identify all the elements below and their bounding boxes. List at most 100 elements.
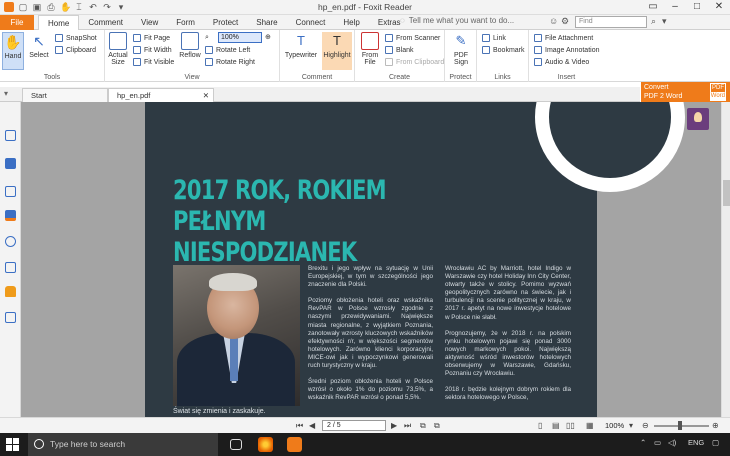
hand-button[interactable]: ✋ Hand bbox=[2, 32, 24, 70]
status-bar: ⏮ ◀ 2 / 5 ▶ ⏭ ⧉ ⧉ ▯ ▤ ▯▯ ▦ 100% ▾ ⊖ ⊕ bbox=[0, 417, 730, 433]
select-button[interactable]: ↖ Select bbox=[28, 32, 50, 59]
bookmark-button[interactable]: Bookmark bbox=[482, 46, 525, 54]
from-file-button[interactable]: From File bbox=[358, 32, 382, 66]
typewriter-button[interactable]: T Typewriter bbox=[284, 32, 318, 59]
tab-connect[interactable]: Connect bbox=[287, 15, 335, 30]
pdf-file-icon bbox=[361, 32, 379, 50]
blank-button[interactable]: Blank bbox=[385, 46, 414, 54]
next-view-icon[interactable]: ⧉ bbox=[434, 421, 440, 431]
prev-view-icon[interactable]: ⧉ bbox=[420, 421, 426, 431]
minimize-button[interactable]: – bbox=[664, 0, 686, 15]
tab-list-icon[interactable]: ▾ bbox=[4, 89, 8, 98]
taskbar-search-box[interactable]: Type here to search bbox=[28, 433, 218, 456]
pdf-sign-button[interactable]: ✎ PDF Sign bbox=[449, 32, 473, 66]
hand-icon: ✋ bbox=[4, 34, 22, 50]
highlight-icon: T bbox=[333, 33, 341, 48]
tab-share[interactable]: Share bbox=[247, 15, 286, 30]
fit-width-button[interactable]: Fit Width bbox=[133, 46, 172, 54]
rotate-right-button[interactable]: Rotate Right bbox=[205, 58, 255, 66]
highlight-button[interactable]: T Highlight bbox=[322, 32, 352, 70]
audio-video-button[interactable]: Audio & Video bbox=[534, 58, 589, 66]
bookmarks-panel-icon[interactable] bbox=[5, 130, 16, 141]
zoom-dropdown-icon[interactable]: ▾ bbox=[629, 421, 633, 430]
pages-panel-icon[interactable] bbox=[5, 158, 16, 169]
maximize-button[interactable]: □ bbox=[686, 0, 708, 15]
firefox-icon[interactable] bbox=[258, 437, 273, 452]
zoom-slider-knob[interactable] bbox=[678, 421, 682, 430]
file-attachment-button[interactable]: File Attachment bbox=[534, 34, 593, 42]
task-view-icon[interactable] bbox=[230, 439, 242, 450]
restore-ribbon-icon[interactable]: ▭ bbox=[642, 0, 664, 15]
zoom-level[interactable]: 100% bbox=[605, 421, 624, 430]
single-page-icon[interactable]: ▯ bbox=[538, 421, 542, 430]
facing-icon[interactable]: ▯▯ bbox=[566, 421, 575, 430]
foxit-reader-taskbar-icon[interactable] bbox=[287, 437, 302, 452]
comments-panel-icon[interactable] bbox=[5, 210, 16, 221]
tell-me-box[interactable]: ◌ Tell me what you want to do... bbox=[400, 16, 514, 25]
image-annotation-button[interactable]: Image Annotation bbox=[534, 46, 600, 54]
word-badge: Word bbox=[709, 92, 726, 101]
search-icon[interactable]: ⌕ bbox=[651, 16, 656, 27]
paperclip-icon bbox=[534, 34, 542, 42]
typewriter-icon: T bbox=[297, 33, 305, 48]
zoom-in-icon[interactable]: ⊕ bbox=[712, 421, 719, 430]
tab-file[interactable]: File bbox=[0, 15, 34, 30]
signature-panel-icon[interactable] bbox=[5, 262, 16, 273]
zoom-out-icon[interactable]: ⊖ bbox=[642, 421, 649, 430]
protect-group-label: Protect bbox=[449, 74, 472, 81]
close-tab-icon[interactable]: ✕ bbox=[203, 89, 209, 102]
clipboard-button[interactable]: Clipboard bbox=[55, 46, 96, 54]
find-input[interactable]: Find bbox=[575, 16, 647, 28]
network-icon[interactable]: ▭ bbox=[654, 438, 661, 447]
lightbulb-icon bbox=[694, 112, 702, 122]
fit-visible-button[interactable]: Fit Visible bbox=[133, 58, 174, 66]
security-lock-icon[interactable] bbox=[5, 286, 16, 297]
actual-size-button[interactable]: Actual Size bbox=[107, 32, 129, 66]
from-clipboard-button[interactable]: From Clipboard bbox=[385, 58, 444, 66]
user-icon[interactable]: ☺ bbox=[549, 16, 558, 26]
convert-pdf2word-banner[interactable]: Convert PDF 2 Word PDF Word bbox=[641, 82, 730, 102]
tips-lightbulb-button[interactable] bbox=[687, 108, 709, 130]
volume-icon[interactable]: ◁) bbox=[668, 438, 676, 447]
notifications-chevron-icon[interactable]: ⌃ bbox=[640, 438, 646, 447]
fit-page-button[interactable]: Fit Page bbox=[133, 34, 170, 42]
find-options-icon[interactable]: ▾ bbox=[662, 16, 667, 27]
tab-hp-en-pdf[interactable]: hp_en.pdf ✕ bbox=[108, 88, 214, 102]
next-page-icon[interactable]: ▶ bbox=[391, 421, 397, 430]
film-icon bbox=[534, 58, 542, 66]
action-center-icon[interactable]: ▢ bbox=[712, 438, 719, 447]
tab-form[interactable]: Form bbox=[167, 15, 204, 30]
link-button[interactable]: Link bbox=[482, 34, 506, 42]
tab-protect[interactable]: Protect bbox=[204, 15, 247, 30]
first-page-icon[interactable]: ⏮ bbox=[296, 421, 303, 431]
layers-panel-icon[interactable] bbox=[5, 186, 16, 197]
attachments-panel-icon[interactable] bbox=[5, 236, 16, 247]
continuous-facing-icon[interactable]: ▦ bbox=[586, 421, 594, 430]
snapshot-button[interactable]: SnapShot bbox=[55, 34, 97, 42]
tags-panel-icon[interactable] bbox=[5, 312, 16, 323]
image-icon bbox=[534, 46, 542, 54]
zoom-input[interactable]: 100% bbox=[218, 32, 262, 43]
zoom-in-icon[interactable]: ⊕ bbox=[265, 33, 271, 41]
fit-visible-icon bbox=[133, 58, 141, 66]
document-viewport[interactable]: 2017 ROK, ROKIEM PEŁNYM NIESPODZIANEK Św… bbox=[21, 102, 721, 417]
windows-start-icon[interactable] bbox=[6, 438, 19, 451]
tab-home[interactable]: Home bbox=[38, 15, 80, 31]
reflow-button[interactable]: Reflow bbox=[177, 32, 203, 59]
gear-icon[interactable]: ⚙ bbox=[561, 16, 569, 27]
tab-start[interactable]: Start bbox=[22, 88, 108, 102]
pdf-page: 2017 ROK, ROKIEM PEŁNYM NIESPODZIANEK Św… bbox=[145, 102, 685, 417]
prev-page-icon[interactable]: ◀ bbox=[309, 421, 315, 430]
page-number-input[interactable]: 2 / 5 bbox=[322, 420, 386, 431]
tab-help[interactable]: Help bbox=[334, 15, 368, 30]
tab-view[interactable]: View bbox=[132, 15, 167, 30]
continuous-icon[interactable]: ▤ bbox=[552, 421, 560, 430]
tab-comment[interactable]: Comment bbox=[79, 15, 132, 30]
vertical-scrollbar[interactable] bbox=[721, 102, 730, 417]
close-button[interactable]: ✕ bbox=[708, 0, 730, 15]
input-language[interactable]: ENG bbox=[688, 438, 704, 447]
from-scanner-button[interactable]: From Scanner bbox=[385, 34, 440, 42]
scrollbar-thumb[interactable] bbox=[723, 180, 730, 206]
rotate-left-button[interactable]: Rotate Left bbox=[205, 46, 250, 54]
last-page-icon[interactable]: ⏭ bbox=[404, 421, 411, 431]
